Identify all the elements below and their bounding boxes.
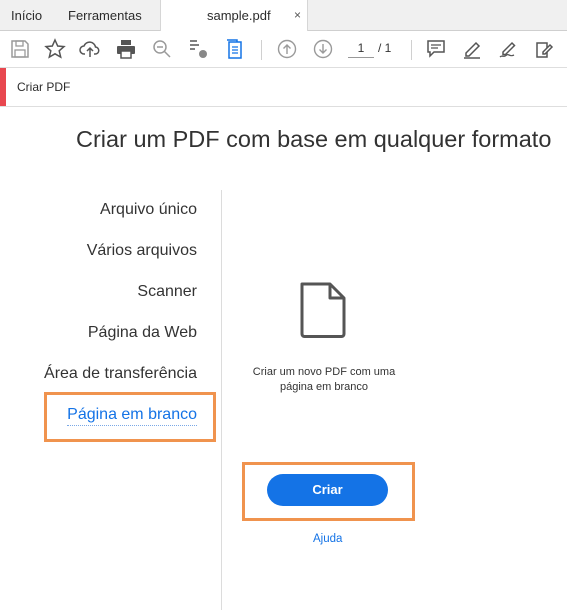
print-icon[interactable] (114, 37, 138, 61)
page-title: Criar um PDF com base em qualquer format… (76, 126, 552, 152)
sign-icon[interactable] (496, 37, 520, 61)
next-page-icon[interactable] (311, 37, 335, 61)
tab-bar: Início Ferramentas sample.pdf × (0, 0, 567, 31)
upload-cloud-icon[interactable] (78, 37, 102, 61)
create-button[interactable]: Criar (267, 474, 388, 506)
tab-home[interactable]: Início (11, 0, 42, 30)
toolbar-divider (261, 40, 262, 60)
tool-accent-bar (0, 68, 6, 106)
pages-icon[interactable] (222, 37, 246, 61)
page-total: / 1 (378, 41, 392, 55)
option-scanner[interactable]: Scanner (137, 283, 197, 301)
toolbar: 1 / 1 (0, 31, 567, 68)
close-tab-icon[interactable]: × (294, 0, 301, 31)
fill-sign-icon[interactable] (532, 37, 556, 61)
star-icon[interactable] (43, 37, 67, 61)
tab-document[interactable]: sample.pdf × (160, 0, 308, 31)
option-multiple-files[interactable]: Vários arquivos (87, 242, 197, 260)
comment-icon[interactable] (424, 37, 448, 61)
select-tool-icon[interactable] (186, 37, 210, 61)
tab-document-label: sample.pdf (207, 8, 271, 23)
previous-page-icon[interactable] (275, 37, 299, 61)
tool-title: Criar PDF (17, 80, 71, 94)
page-number-input[interactable]: 1 (348, 40, 374, 58)
option-description: Criar um novo PDF com uma página em bran… (252, 366, 396, 393)
zoom-out-icon[interactable] (150, 37, 174, 61)
blank-document-icon (300, 282, 346, 338)
option-single-file[interactable]: Arquivo único (100, 201, 197, 219)
option-clipboard[interactable]: Área de transferência (44, 365, 197, 383)
tab-tools[interactable]: Ferramentas (68, 0, 142, 30)
tool-header: Criar PDF (0, 68, 567, 107)
panel-divider (221, 190, 222, 610)
save-icon[interactable] (8, 37, 32, 61)
option-web-page[interactable]: Página da Web (88, 324, 197, 342)
help-link[interactable]: Ajuda (313, 533, 342, 545)
blank-page-highlight (44, 392, 216, 442)
toolbar-divider (411, 40, 412, 60)
highlight-pen-icon[interactable] (460, 37, 484, 61)
